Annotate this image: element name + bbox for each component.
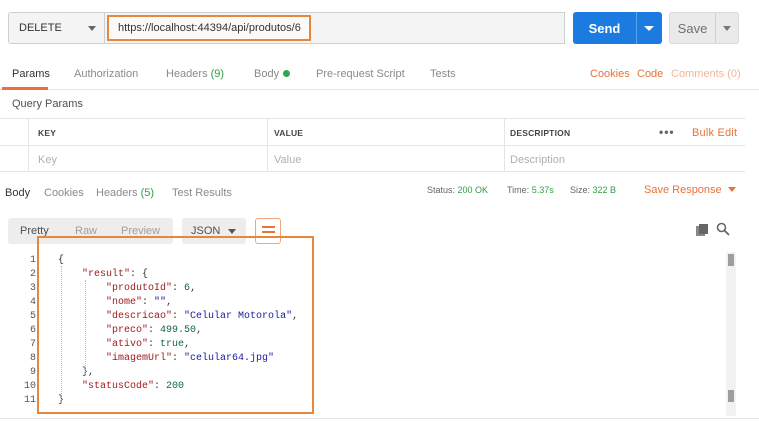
- line-number-gutter: 1 2 3 4 5 6 7 8 9 10 11: [0, 252, 40, 416]
- tab-headers-label: Headers: [166, 68, 208, 80]
- request-tabs: Params Authorization Headers (9) Body Pr…: [0, 60, 759, 90]
- tab-response-headers-label: Headers: [96, 187, 138, 199]
- search-icon[interactable]: [716, 222, 730, 236]
- line-number: 10: [23, 381, 36, 392]
- save-response-label: Save Response: [644, 184, 722, 196]
- send-label: Send: [588, 20, 621, 36]
- line-number: 5: [29, 311, 36, 322]
- tab-headers[interactable]: Headers (9): [166, 68, 224, 80]
- value-input[interactable]: Value: [274, 154, 301, 166]
- url-text: https://localhost:44394/api/produtos/6: [107, 15, 311, 41]
- copy-icon[interactable]: [695, 223, 709, 237]
- body-status-dot-icon: [283, 70, 291, 77]
- chevron-down-icon: [88, 26, 96, 31]
- time-label: Time:: [507, 185, 530, 195]
- line-number: 1: [29, 255, 36, 266]
- line-number: 11: [23, 395, 36, 406]
- tab-tests[interactable]: Tests: [430, 68, 456, 80]
- status-info: Status: 200 OK: [427, 185, 488, 195]
- save-response-button[interactable]: Save Response: [644, 184, 736, 196]
- chevron-down-icon[interactable]: [723, 26, 731, 31]
- chevron-down-icon: [727, 187, 736, 192]
- table-header-row: [0, 119, 745, 146]
- tab-response-headers-count: (5): [140, 187, 155, 199]
- tab-headers-count: (9): [210, 68, 225, 80]
- chevron-down-icon: [228, 229, 236, 234]
- annotation-highlight-box: [37, 236, 314, 414]
- more-options-icon[interactable]: •••: [659, 125, 675, 139]
- chevron-down-icon[interactable]: [644, 26, 654, 31]
- time-info: Time: 5.37s: [507, 185, 554, 195]
- url-input[interactable]: https://localhost:44394/api/produtos/6: [105, 12, 565, 44]
- line-number: 8: [29, 353, 36, 364]
- scrollbar-thumb-top[interactable]: [728, 254, 734, 266]
- tab-body[interactable]: Body: [254, 68, 291, 80]
- column-divider: [504, 119, 505, 172]
- size-label: Size:: [570, 185, 591, 195]
- save-button[interactable]: Save: [669, 12, 739, 44]
- line-number: 3: [29, 283, 36, 294]
- size-value: 322 B: [592, 185, 617, 195]
- time-value: 5.37s: [531, 185, 554, 195]
- line-number: 2: [29, 269, 36, 280]
- save-divider: [715, 13, 716, 43]
- cookies-link[interactable]: Cookies: [590, 68, 630, 80]
- divider: [0, 418, 759, 419]
- line-number: 9: [29, 367, 36, 378]
- send-divider: [636, 12, 637, 44]
- send-button[interactable]: Send: [573, 12, 662, 44]
- column-divider: [267, 119, 268, 172]
- tab-body-label: Body: [254, 68, 280, 80]
- line-number: 6: [29, 325, 36, 336]
- tab-prerequest-script[interactable]: Pre-request Script: [316, 68, 405, 80]
- code-link[interactable]: Code: [637, 68, 663, 80]
- response-tabs: Body Cookies Headers (5) Test Results St…: [0, 180, 759, 206]
- comments-link[interactable]: Comments (0): [671, 68, 741, 80]
- bulk-edit-link[interactable]: Bulk Edit: [692, 127, 737, 139]
- method-select[interactable]: DELETE: [8, 12, 105, 44]
- tab-authorization[interactable]: Authorization: [74, 68, 138, 80]
- editor-scrollbar[interactable]: [726, 252, 736, 416]
- column-header-description: DESCRIPTION: [510, 128, 571, 138]
- status-label: Status:: [427, 185, 456, 195]
- tab-params[interactable]: Params: [12, 68, 50, 80]
- line-number: 4: [29, 297, 36, 308]
- active-tab-indicator: [2, 87, 48, 90]
- tab-response-headers[interactable]: Headers (5): [96, 187, 154, 199]
- description-input[interactable]: Description: [510, 154, 565, 166]
- key-input[interactable]: Key: [38, 154, 57, 166]
- status-value: 200 OK: [457, 185, 489, 195]
- column-header-key: KEY: [38, 128, 57, 138]
- scrollbar-thumb-bottom[interactable]: [728, 390, 734, 402]
- line-number: 7: [29, 339, 36, 350]
- request-bar: DELETE https://localhost:44394/api/produ…: [0, 0, 759, 56]
- tab-response-body[interactable]: Body: [5, 187, 30, 199]
- query-params-table: KEY VALUE DESCRIPTION ••• Bulk Edit Key …: [0, 118, 745, 172]
- tab-test-results[interactable]: Test Results: [172, 187, 232, 199]
- save-label: Save: [677, 20, 708, 36]
- tab-response-cookies[interactable]: Cookies: [44, 187, 84, 199]
- size-info: Size: 322 B: [570, 185, 616, 195]
- query-params-title: Query Params: [12, 98, 83, 110]
- method-label: DELETE: [19, 22, 62, 34]
- column-divider: [28, 119, 29, 172]
- column-header-value: VALUE: [274, 128, 304, 138]
